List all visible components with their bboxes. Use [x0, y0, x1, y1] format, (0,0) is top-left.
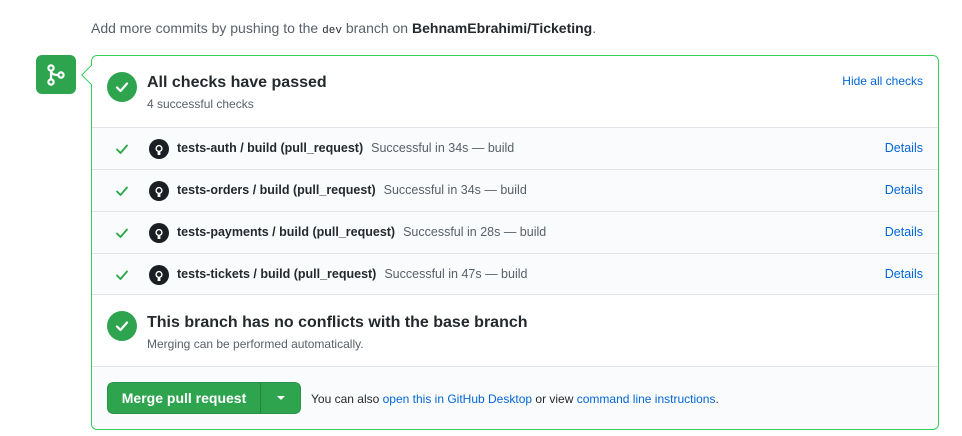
check-row: tests-orders / build (pull_request) Succe… [92, 170, 938, 212]
checks-summary: All checks have passed 4 successful chec… [92, 56, 938, 128]
details-link[interactable]: Details [885, 183, 923, 197]
check-row: tests-tickets / build (pull_request) Succ… [92, 254, 938, 295]
check-status: Successful in 28s — build [403, 225, 547, 239]
check-circle-icon [107, 72, 137, 102]
check-name: tests-payments / build (pull_request) [177, 225, 396, 239]
check-status: Successful in 47s — build [384, 267, 528, 281]
alt-suffix: . [715, 392, 719, 406]
git-merge-icon [36, 55, 76, 94]
details-link[interactable]: Details [885, 267, 923, 281]
github-logo-icon [149, 265, 169, 285]
open-github-desktop-link[interactable]: open this in GitHub Desktop [383, 392, 532, 406]
merge-button-group: Merge pull request [107, 382, 301, 414]
github-logo-icon [149, 139, 169, 159]
alt-prefix: You can also [311, 392, 380, 406]
details-link[interactable]: Details [885, 141, 923, 155]
merge-pull-request-button[interactable]: Merge pull request [107, 382, 261, 414]
check-icon [116, 186, 128, 196]
check-status: Successful in 34s — build [371, 141, 515, 155]
push-hint-prefix: Add more commits by pushing to the [91, 20, 319, 36]
check-name: tests-auth / build (pull_request) [177, 141, 364, 155]
command-line-instructions-link[interactable]: command line instructions [577, 392, 716, 406]
checks-title: All checks have passed [147, 74, 327, 91]
check-name: tests-tickets / build (pull_request) [177, 267, 377, 281]
check-row: tests-payments / build (pull_request) Suc… [92, 212, 938, 254]
hide-all-checks-link[interactable]: Hide all checks [842, 74, 923, 88]
merge-actions: Merge pull request You can also open thi… [92, 367, 938, 429]
merge-status-box: All checks have passed 4 successful chec… [81, 55, 939, 430]
push-hint-middle: branch on [345, 20, 409, 36]
triangle-down-icon [276, 396, 285, 400]
conflicts-title: This branch has no conflicts with the ba… [147, 314, 528, 331]
push-hint-suffix: . [592, 20, 597, 36]
checks-subtitle: 4 successful checks [147, 97, 254, 111]
check-row: tests-auth / build (pull_request) Success… [92, 128, 938, 170]
merge-options-dropdown[interactable] [261, 382, 301, 414]
github-logo-icon [149, 181, 169, 201]
github-logo-icon [149, 223, 169, 243]
conflicts-summary: This branch has no conflicts with the ba… [92, 295, 938, 367]
check-circle-icon [107, 311, 137, 341]
check-icon [116, 228, 128, 238]
push-hint: Add more commits by pushing to the dev b… [91, 20, 596, 37]
conflicts-subtitle: Merging can be performed automatically. [147, 337, 364, 351]
alt-middle: or view [535, 392, 574, 406]
check-name: tests-orders / build (pull_request) [177, 183, 376, 197]
check-icon [116, 144, 128, 154]
check-status: Successful in 34s — build [383, 183, 527, 197]
branch-name: dev [322, 25, 342, 37]
details-link[interactable]: Details [885, 225, 923, 239]
repo-name: BehnamEbrahimi/Ticketing [412, 20, 593, 36]
check-icon [116, 270, 128, 280]
merge-alternatives: You can also open this in GitHub Desktop… [311, 392, 719, 406]
